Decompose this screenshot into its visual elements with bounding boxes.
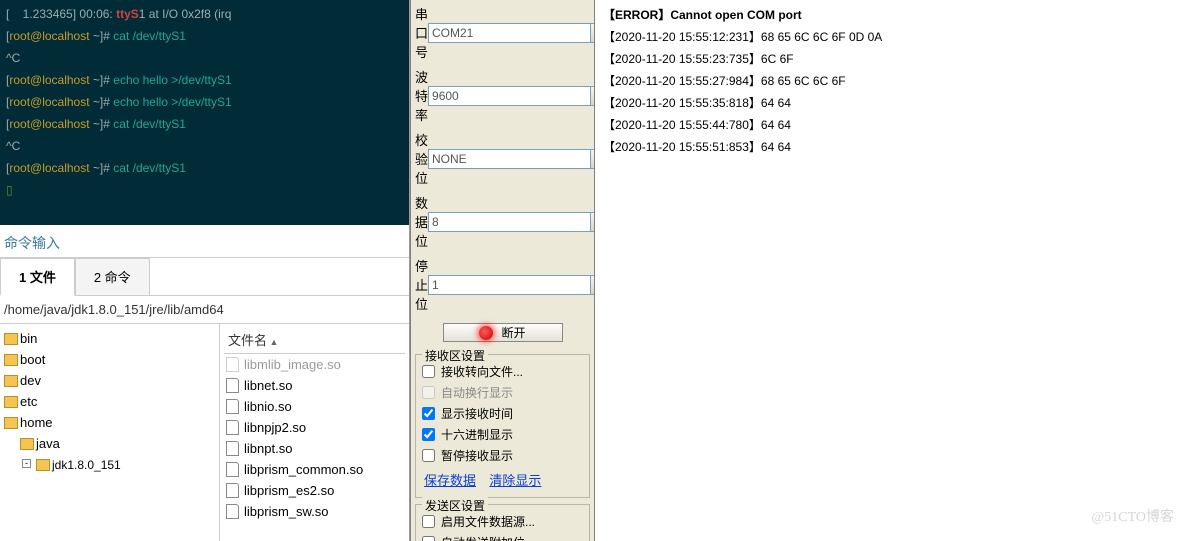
folder-item-jdk[interactable]: - jdk1.8.0_151 <box>2 454 217 475</box>
file-item[interactable]: libmlib_image.so <box>224 354 405 375</box>
clear-display-link[interactable]: 清除显示 <box>489 473 541 488</box>
log-panel[interactable]: 【ERROR】Cannot open COM port 【2020-11-20 … <box>595 0 1184 541</box>
folder-item[interactable]: boot <box>2 349 217 370</box>
send-group-title: 发送区设置 <box>422 497 488 514</box>
disconnect-label: 断开 <box>501 324 525 341</box>
data-input[interactable] <box>428 212 591 232</box>
log-line: 【2020-11-20 15:55:44:780】64 64 <box>603 114 1176 136</box>
auto-wrap-checkbox <box>422 386 435 399</box>
cmd-input-label: 命令输入 <box>0 225 409 258</box>
log-line: 【2020-11-20 15:55:23:735】6C 6F <box>603 48 1176 70</box>
folder-item-java[interactable]: java <box>2 433 217 454</box>
stop-row: 停止位 ▼ <box>415 256 590 313</box>
prompt-line: [root@localhost ~]# cat /dev/ttyS1 <box>6 29 186 43</box>
port-row: 串口号 ▼ <box>415 4 590 61</box>
pause-disp-label: 暂停接收显示 <box>441 447 513 464</box>
send-settings-group: 发送区设置 启用文件数据源... 自动发送附加位 发送完自动清空 按十六进制发送 <box>415 504 590 541</box>
ctrl-c: ^C <box>6 51 20 65</box>
port-label: 串口号 <box>415 4 428 61</box>
folder-tree[interactable]: bin boot dev etc home java - jdk1.8.0_151 <box>0 324 220 541</box>
baud-input[interactable] <box>428 86 591 106</box>
serial-config-panel: 串口号 ▼ 波特率 ▼ 校验位 ▼ 数据位 ▼ 停止位 ▼ 断开 接收区设置 接… <box>410 0 595 541</box>
status-dot-icon <box>479 326 493 340</box>
prompt-line: [root@localhost ~]# echo hello >/dev/tty… <box>6 95 232 109</box>
stop-input[interactable] <box>428 275 591 295</box>
parity-label: 校验位 <box>415 130 428 187</box>
folder-item[interactable]: bin <box>2 328 217 349</box>
tree-collapse-icon[interactable]: - <box>22 459 31 468</box>
save-data-link[interactable]: 保存数据 <box>424 473 476 488</box>
file-item[interactable]: libnpjp2.so <box>224 417 405 438</box>
files-column-header[interactable]: 文件名 <box>224 326 405 354</box>
file-browser: bin boot dev etc home java - jdk1.8.0_151… <box>0 324 409 541</box>
file-item[interactable]: libnet.so <box>224 375 405 396</box>
auto-extra-checkbox[interactable] <box>422 536 435 541</box>
path-bar[interactable]: /home/java/jdk1.8.0_151/jre/lib/amd64 <box>0 296 409 324</box>
tab-files[interactable]: 1 文件 <box>0 258 75 296</box>
tab-commands[interactable]: 2 命令 <box>75 258 150 295</box>
file-list[interactable]: 文件名 libmlib_image.so libnet.so libnio.so… <box>220 324 409 541</box>
ctrl-c: ^C <box>6 139 20 153</box>
show-time-checkbox[interactable] <box>422 407 435 420</box>
auto-wrap-label: 自动换行显示 <box>441 384 513 401</box>
prompt-line: [root@localhost ~]# cat /dev/ttyS1 <box>6 161 186 175</box>
log-line-error: 【ERROR】Cannot open COM port <box>603 4 1176 26</box>
auto-extra-label: 自动发送附加位 <box>441 534 525 541</box>
prompt-line: [root@localhost ~]# cat /dev/ttyS1 <box>6 117 186 131</box>
file-item[interactable]: libprism_es2.so <box>224 480 405 501</box>
folder-item[interactable]: home <box>2 412 217 433</box>
file-source-label: 启用文件数据源... <box>441 513 535 530</box>
log-line: 【2020-11-20 15:55:12:231】68 65 6C 6C 6F … <box>603 26 1176 48</box>
baud-label: 波特率 <box>415 67 428 124</box>
parity-row: 校验位 ▼ <box>415 130 590 187</box>
hex-disp-label: 十六进制显示 <box>441 426 513 443</box>
log-line: 【2020-11-20 15:55:35:818】64 64 <box>603 92 1176 114</box>
stop-label: 停止位 <box>415 256 428 313</box>
folder-label: jdk1.8.0_151 <box>52 458 121 472</box>
terminal[interactable]: [ 1.233465] 00:06: ttyS1 at I/O 0x2f8 (i… <box>0 0 409 225</box>
prompt-line: [root@localhost ~]# echo hello >/dev/tty… <box>6 73 232 87</box>
folder-item[interactable]: etc <box>2 391 217 412</box>
recv-to-file-checkbox[interactable] <box>422 365 435 378</box>
kernel-line: [ 1.233465] 00:06: ttyS1 at I/O 0x2f8 (i… <box>6 7 231 21</box>
parity-input[interactable] <box>428 149 591 169</box>
show-time-label: 显示接收时间 <box>441 405 513 422</box>
file-item[interactable]: libprism_sw.so <box>224 501 405 522</box>
file-item[interactable]: libprism_common.so <box>224 459 405 480</box>
recv-group-title: 接收区设置 <box>422 347 488 364</box>
left-panel: [ 1.233465] 00:06: ttyS1 at I/O 0x2f8 (i… <box>0 0 410 541</box>
file-source-checkbox[interactable] <box>422 515 435 528</box>
cursor: ▯ <box>6 183 13 197</box>
file-item[interactable]: libnpt.so <box>224 438 405 459</box>
pause-disp-checkbox[interactable] <box>422 449 435 462</box>
recv-to-file-label: 接收转向文件... <box>441 363 523 380</box>
folder-item[interactable]: dev <box>2 370 217 391</box>
file-item[interactable]: libnio.so <box>224 396 405 417</box>
port-input[interactable] <box>428 23 591 43</box>
hex-disp-checkbox[interactable] <box>422 428 435 441</box>
data-label: 数据位 <box>415 193 428 250</box>
log-line: 【2020-11-20 15:55:51:853】64 64 <box>603 136 1176 158</box>
disconnect-button[interactable]: 断开 <box>443 323 563 342</box>
tabs: 1 文件 2 命令 <box>0 258 409 296</box>
baud-row: 波特率 ▼ <box>415 67 590 124</box>
log-line: 【2020-11-20 15:55:27:984】68 65 6C 6C 6F <box>603 70 1176 92</box>
watermark: @51CTO博客 <box>1091 507 1174 529</box>
data-row: 数据位 ▼ <box>415 193 590 250</box>
recv-settings-group: 接收区设置 接收转向文件... 自动换行显示 显示接收时间 十六进制显示 暂停接… <box>415 354 590 498</box>
